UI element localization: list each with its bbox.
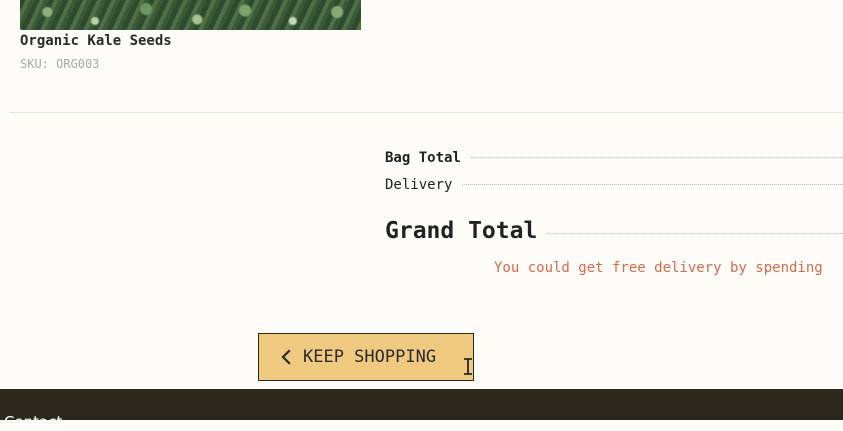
footer: Contact bbox=[0, 389, 843, 431]
delivery-label: Delivery bbox=[385, 177, 453, 193]
dotted-leader bbox=[470, 157, 843, 158]
grand-total-label: Grand Total bbox=[385, 218, 538, 244]
delivery-row: Delivery bbox=[385, 177, 843, 193]
free-delivery-note: You could get free delivery by spending bbox=[494, 260, 823, 276]
dotted-leader bbox=[547, 233, 843, 234]
product-name[interactable]: Organic Kale Seeds bbox=[20, 33, 172, 49]
dotted-leader bbox=[462, 184, 843, 185]
bag-total-row: Bag Total bbox=[385, 150, 843, 166]
text-cursor-icon bbox=[464, 358, 472, 375]
bag-total-label: Bag Total bbox=[385, 150, 461, 166]
grand-total-row: Grand Total bbox=[385, 218, 843, 244]
keep-shopping-button[interactable]: KEEP SHOPPING bbox=[258, 333, 474, 381]
chevron-left-icon bbox=[281, 349, 291, 365]
keep-shopping-label: KEEP SHOPPING bbox=[303, 347, 437, 367]
product-image[interactable] bbox=[20, 0, 361, 30]
product-sku: SKU: ORG003 bbox=[20, 57, 100, 71]
footer-heading[interactable]: Contact bbox=[4, 413, 62, 431]
divider bbox=[10, 112, 843, 113]
